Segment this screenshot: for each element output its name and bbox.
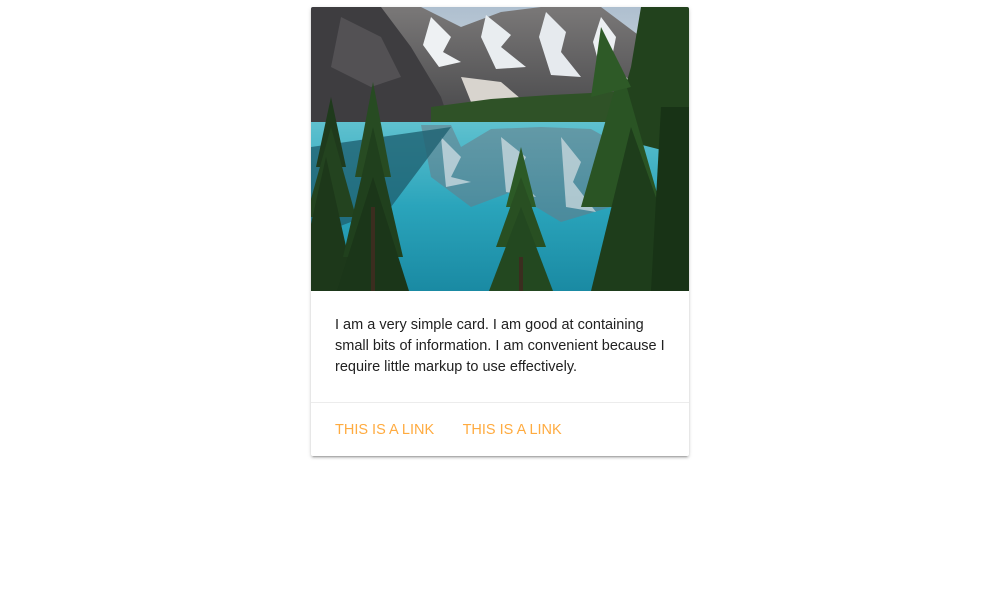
- card-content: I am a very simple card. I am good at co…: [311, 291, 689, 403]
- card-image: [311, 7, 689, 291]
- card-link-2[interactable]: This is a link: [463, 422, 562, 438]
- card-actions: This is a link This is a link: [311, 403, 689, 456]
- card: I am a very simple card. I am good at co…: [311, 7, 689, 456]
- mountain-lake-image: [311, 7, 689, 291]
- card-link-1[interactable]: This is a link: [335, 422, 434, 438]
- card-text: I am a very simple card. I am good at co…: [335, 317, 665, 375]
